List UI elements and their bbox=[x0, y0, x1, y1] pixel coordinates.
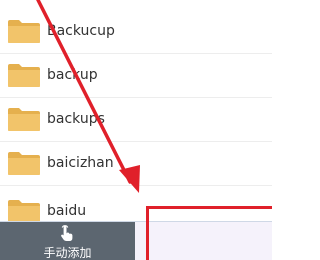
file-browser-screen: Backucup backup backups baicizhan baidu … bbox=[0, 0, 272, 260]
right-action-area[interactable] bbox=[135, 222, 272, 260]
hand-tap-icon bbox=[61, 225, 73, 241]
manual-add-label: 手动添加 bbox=[43, 246, 92, 260]
list-item[interactable]: backup bbox=[0, 53, 272, 97]
folder-name: Backucup bbox=[47, 23, 115, 39]
list-item[interactable]: Backucup bbox=[0, 9, 272, 53]
bottom-action-bar: 手动添加 bbox=[0, 221, 272, 260]
folder-name: backups bbox=[47, 111, 105, 127]
folder-name: baidu bbox=[47, 203, 87, 219]
list-item[interactable]: baicizhan bbox=[0, 141, 272, 185]
manual-add-button[interactable]: 手动添加 bbox=[0, 222, 135, 260]
folder-icon bbox=[8, 108, 40, 131]
folder-name: backup bbox=[47, 67, 98, 83]
folder-icon bbox=[8, 152, 40, 175]
folder-icon bbox=[8, 20, 40, 43]
folder-list: Backucup backup backups baicizhan baidu bbox=[0, 0, 272, 223]
list-item[interactable]: backups bbox=[0, 97, 272, 141]
folder-icon bbox=[8, 64, 40, 87]
folder-name: baicizhan bbox=[47, 155, 114, 171]
divider bbox=[0, 185, 272, 186]
